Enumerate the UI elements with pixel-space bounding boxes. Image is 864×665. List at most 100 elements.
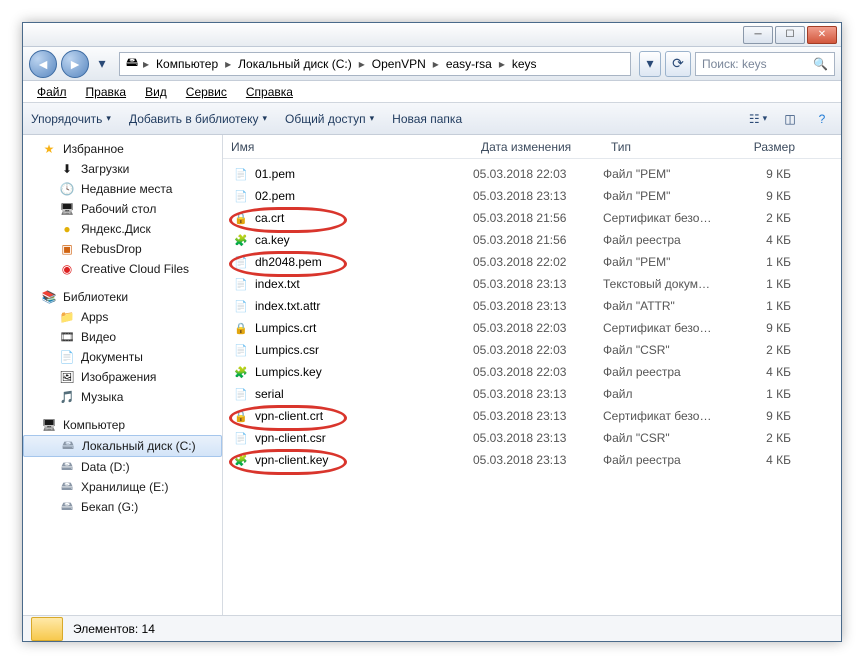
file-size: 2 КБ (733, 211, 803, 225)
file-date: 05.03.2018 22:03 (473, 321, 603, 335)
file-size: 2 КБ (733, 431, 803, 445)
file-date: 05.03.2018 23:13 (473, 387, 603, 401)
menu-tools[interactable]: Сервис (178, 83, 235, 101)
file-name-cell: 📄dh2048.pem (233, 254, 473, 270)
file-row[interactable]: 🧩Lumpics.key05.03.2018 22:03Файл реестра… (223, 361, 841, 383)
column-type[interactable]: Тип (603, 140, 733, 154)
menu-help[interactable]: Справка (238, 83, 301, 101)
file-row[interactable]: 📄vpn-client.csr05.03.2018 23:13Файл "CSR… (223, 427, 841, 449)
star-icon: ★ (41, 141, 57, 157)
file-name-cell: 📄01.pem (233, 166, 473, 182)
status-bar: Элементов: 14 (23, 615, 841, 641)
chevron-down-icon: ▾ (262, 113, 267, 124)
file-date: 05.03.2018 22:02 (473, 255, 603, 269)
file-date: 05.03.2018 21:56 (473, 211, 603, 225)
file-type: Текстовый докум… (603, 277, 733, 291)
file-row[interactable]: 📄01.pem05.03.2018 22:03Файл "PEM"9 КБ (223, 163, 841, 185)
file-row[interactable]: 📄dh2048.pem05.03.2018 22:02Файл "PEM"1 К… (223, 251, 841, 273)
file-name: index.txt.attr (255, 299, 320, 313)
file-icon: 📄 (233, 188, 249, 204)
file-row[interactable]: 📄index.txt05.03.2018 23:13Текстовый доку… (223, 273, 841, 295)
file-type: Файл реестра (603, 233, 733, 247)
refresh-button[interactable]: ⟳ (665, 51, 691, 77)
close-button[interactable]: ✕ (807, 26, 837, 44)
file-size: 1 КБ (733, 299, 803, 313)
sidebar-item-disk-c[interactable]: 🖴Локальный диск (C:) (23, 435, 222, 457)
file-size: 9 КБ (733, 321, 803, 335)
file-name: ca.key (255, 233, 290, 247)
sidebar-item-apps[interactable]: 📁Apps (23, 307, 222, 327)
sidebar-item-documents[interactable]: 📄Документы (23, 347, 222, 367)
back-button[interactable]: ◄ (29, 50, 57, 78)
maximize-button[interactable]: ☐ (775, 26, 805, 44)
sidebar-item-disk-e[interactable]: 🖴Хранилище (E:) (23, 477, 222, 497)
file-row[interactable]: 📄index.txt.attr05.03.2018 23:13Файл "ATT… (223, 295, 841, 317)
file-name-cell: 📄02.pem (233, 188, 473, 204)
search-box[interactable]: Поиск: keys 🔍 (695, 52, 835, 76)
computer-header[interactable]: 🖥Компьютер (23, 415, 222, 435)
crumb-computer[interactable]: Компьютер (152, 53, 222, 75)
sidebar-item-desktop[interactable]: 🖥Рабочий стол (23, 199, 222, 219)
forward-button[interactable]: ► (61, 50, 89, 78)
drive-icon: 🖴 (59, 459, 75, 475)
file-row[interactable]: 🔒vpn-client.crt05.03.2018 23:13Сертифика… (223, 405, 841, 427)
sidebar-item-music[interactable]: 🎵Музыка (23, 387, 222, 407)
file-row[interactable]: 🔒ca.crt05.03.2018 21:56Сертификат безо…2… (223, 207, 841, 229)
file-icon: 📄 (233, 276, 249, 292)
column-size[interactable]: Размер (733, 140, 803, 154)
chevron-right-icon: ▸ (357, 57, 367, 71)
new-folder-button[interactable]: Новая папка (392, 112, 462, 126)
file-type: Сертификат безо… (603, 409, 733, 423)
chevron-right-icon: ▸ (497, 57, 507, 71)
breadcrumb[interactable]: 🖴 ▸ Компьютер ▸ Локальный диск (C:) ▸ Op… (119, 52, 631, 76)
menu-file[interactable]: Файл (29, 83, 75, 101)
file-row[interactable]: 🧩ca.key05.03.2018 21:56Файл реестра4 КБ (223, 229, 841, 251)
organize-button[interactable]: Упорядочить ▾ (31, 112, 111, 126)
file-icon: 🧩 (233, 364, 249, 380)
sidebar-item-video[interactable]: 🎞Видео (23, 327, 222, 347)
sidebar-item-yandex[interactable]: ●Яндекс.Диск (23, 219, 222, 239)
crumb-disk-c[interactable]: Локальный диск (C:) (234, 53, 356, 75)
file-date: 05.03.2018 22:03 (473, 365, 603, 379)
file-size: 4 КБ (733, 453, 803, 467)
sidebar-item-downloads[interactable]: ⬇Загрузки (23, 159, 222, 179)
menu-edit[interactable]: Правка (78, 83, 135, 101)
file-name: Lumpics.crt (255, 321, 316, 335)
column-date[interactable]: Дата изменения (473, 140, 603, 154)
breadcrumb-dropdown[interactable]: ▾ (639, 51, 661, 77)
minimize-button[interactable]: ─ (743, 26, 773, 44)
sidebar-item-disk-d[interactable]: 🖴Data (D:) (23, 457, 222, 477)
file-type: Файл "PEM" (603, 189, 733, 203)
chevron-right-icon: ▸ (223, 57, 233, 71)
file-row[interactable]: 🧩vpn-client.key05.03.2018 23:13Файл реес… (223, 449, 841, 471)
download-icon: ⬇ (59, 161, 75, 177)
crumb-keys[interactable]: keys (508, 53, 541, 75)
menu-view[interactable]: Вид (137, 83, 175, 101)
file-name-cell: 📄serial (233, 386, 473, 402)
file-row[interactable]: 📄02.pem05.03.2018 23:13Файл "PEM"9 КБ (223, 185, 841, 207)
file-row[interactable]: 📄Lumpics.csr05.03.2018 22:03Файл "CSR"2 … (223, 339, 841, 361)
column-name[interactable]: Имя (223, 140, 473, 154)
sidebar-item-disk-g[interactable]: 🖴Бекап (G:) (23, 497, 222, 517)
help-button[interactable]: ? (811, 109, 833, 129)
chevron-right-icon: ▸ (431, 57, 441, 71)
history-dropdown[interactable]: ▾ (93, 51, 111, 77)
favorites-header[interactable]: ★Избранное (23, 139, 222, 159)
sidebar-item-images[interactable]: 🖼Изображения (23, 367, 222, 387)
sidebar-item-rebusdrop[interactable]: ▣RebusDrop (23, 239, 222, 259)
sidebar-item-ccf[interactable]: ◉Creative Cloud Files (23, 259, 222, 279)
file-size: 9 КБ (733, 409, 803, 423)
file-name: Lumpics.csr (255, 343, 319, 357)
preview-pane-button[interactable]: ◫ (779, 109, 801, 129)
file-date: 05.03.2018 21:56 (473, 233, 603, 247)
add-to-library-button[interactable]: Добавить в библиотеку ▾ (129, 112, 267, 126)
file-type: Файл "ATTR" (603, 299, 733, 313)
share-button[interactable]: Общий доступ ▾ (285, 112, 374, 126)
view-options-button[interactable]: ☷ ▾ (747, 109, 769, 129)
file-row[interactable]: 📄serial05.03.2018 23:13Файл1 КБ (223, 383, 841, 405)
crumb-openvpn[interactable]: OpenVPN (368, 53, 430, 75)
libraries-header[interactable]: 📚Библиотеки (23, 287, 222, 307)
crumb-easy-rsa[interactable]: easy-rsa (442, 53, 496, 75)
file-row[interactable]: 🔒Lumpics.crt05.03.2018 22:03Сертификат б… (223, 317, 841, 339)
sidebar-item-recent[interactable]: 🕓Недавние места (23, 179, 222, 199)
